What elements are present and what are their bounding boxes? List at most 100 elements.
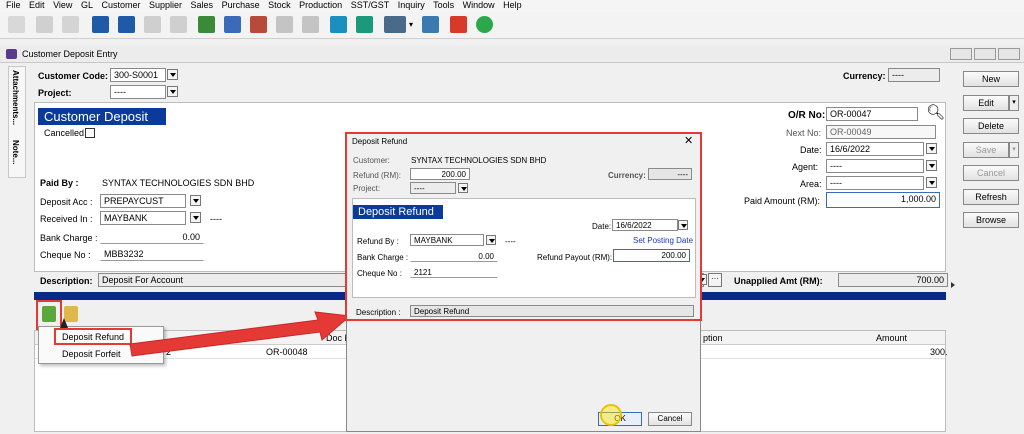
next-no-field: OR-00049 <box>826 125 936 139</box>
description-label: Description: <box>40 276 93 286</box>
preview-icon[interactable] <box>422 16 439 33</box>
set-posting-date-link[interactable]: Set Posting Date <box>633 236 693 245</box>
received-in-dropdown[interactable] <box>190 212 201 223</box>
edit-dropdown-icon[interactable]: ▾ <box>1009 95 1019 111</box>
maximize-button[interactable] <box>974 48 996 60</box>
copy-icon[interactable] <box>36 16 53 33</box>
menu-view[interactable]: View <box>53 0 72 10</box>
menu-edit[interactable]: Edit <box>29 0 45 10</box>
deposit-acc-field[interactable]: PREPAYCUST <box>100 194 186 208</box>
click-highlight-icon <box>600 404 622 426</box>
menu-file[interactable]: File <box>6 0 21 10</box>
dialog-refund-by-field[interactable]: MAYBANK <box>410 234 484 246</box>
scroll-right-icon[interactable] <box>951 282 955 288</box>
menu-purchase[interactable]: Purchase <box>222 0 260 10</box>
deposit-acc-dropdown[interactable] <box>190 195 201 206</box>
first-record-icon[interactable] <box>92 16 109 33</box>
dialog-cheque-no-field[interactable]: 2121 <box>410 266 498 278</box>
cancelled-checkbox[interactable] <box>85 128 95 138</box>
dialog-date-field[interactable]: 16/6/2022 <box>612 219 678 231</box>
last-record-icon[interactable] <box>170 16 187 33</box>
customer-code-field[interactable]: 300-S0001 <box>110 68 166 82</box>
dialog-refund-payout-field[interactable]: 200.00 <box>613 249 690 262</box>
browse-button[interactable]: Browse <box>963 212 1019 228</box>
dialog-refund-field[interactable]: 200.00 <box>410 168 470 180</box>
whatsapp-icon[interactable] <box>476 16 493 33</box>
dialog-refund-by-dropdown[interactable] <box>486 235 496 245</box>
agent-field[interactable]: ---- <box>826 159 924 173</box>
search-icon[interactable] <box>330 16 347 33</box>
print-dropdown-icon[interactable]: ▾ <box>409 20 413 29</box>
paste-icon[interactable] <box>62 16 79 33</box>
menu-stock[interactable]: Stock <box>268 0 291 10</box>
edit-button[interactable]: Edit <box>963 95 1009 111</box>
description-more-button[interactable]: ··· <box>708 273 722 287</box>
note-tab[interactable]: Note... <box>11 140 20 164</box>
menu-help[interactable]: Help <box>503 0 522 10</box>
deposit-acc-label: Deposit Acc : <box>40 197 93 207</box>
menu-inquiry[interactable]: Inquiry <box>398 0 425 10</box>
dialog-description-field[interactable]: Deposit Refund <box>410 305 694 317</box>
refresh-button[interactable]: Refresh <box>963 189 1019 205</box>
print-icon[interactable] <box>384 16 406 33</box>
area-dropdown[interactable] <box>926 177 937 188</box>
delete-button[interactable]: Delete <box>963 118 1019 134</box>
dialog-cancel-label: Cancel <box>657 414 683 423</box>
menu-gl[interactable]: GL <box>81 0 93 10</box>
refresh-icon[interactable] <box>356 16 373 33</box>
menu-supplier[interactable]: Supplier <box>149 0 182 10</box>
dialog-customer-label: Customer: <box>353 156 390 165</box>
video-icon[interactable] <box>450 16 467 33</box>
menu-deposit-forfeit[interactable]: Deposit Forfeit <box>62 349 121 359</box>
dialog-project-field[interactable]: ---- <box>410 182 456 194</box>
date-field[interactable]: 16/6/2022 <box>826 142 924 156</box>
new-button[interactable]: New <box>963 71 1019 87</box>
dialog-project-dropdown[interactable] <box>458 183 468 193</box>
menu-sst-gst[interactable]: SST/GST <box>351 0 390 10</box>
deposit-refund-highlight <box>54 328 132 345</box>
previous-record-icon[interactable] <box>118 16 135 33</box>
customer-code-dropdown[interactable] <box>167 69 178 80</box>
area-label: Area: <box>800 179 822 189</box>
cheque-no-label: Cheque No : <box>40 250 91 260</box>
menu-sales[interactable]: Sales <box>191 0 214 10</box>
window-title-bar <box>0 46 1024 63</box>
save-icon[interactable] <box>276 16 293 33</box>
project-field[interactable]: ---- <box>110 85 166 99</box>
menu-production[interactable]: Production <box>299 0 342 10</box>
next-record-icon[interactable] <box>144 16 161 33</box>
menu-customer[interactable]: Customer <box>101 0 140 10</box>
cancel-edit-icon[interactable] <box>302 16 319 33</box>
dialog-date-dropdown[interactable] <box>678 220 688 230</box>
dialog-cancel-button[interactable]: Cancel <box>648 412 692 426</box>
edit-document-icon[interactable] <box>224 16 241 33</box>
bank-charge-field[interactable]: 0.00 <box>100 230 204 244</box>
attachments-tab[interactable]: Attachments... <box>11 70 20 125</box>
dialog-close-icon[interactable]: ✕ <box>684 134 693 147</box>
cancel-button[interactable]: Cancel <box>963 165 1019 181</box>
new-document-icon[interactable] <box>198 16 215 33</box>
project-dropdown[interactable] <box>167 86 178 97</box>
or-no-field[interactable]: OR-00047 <box>826 107 918 121</box>
menu-bar: File Edit View GL Customer Supplier Sale… <box>0 0 1024 12</box>
unapplied-label: Unapplied Amt (RM): <box>734 276 823 286</box>
annotation-arrow-shape <box>129 311 352 357</box>
save-button[interactable]: Save <box>963 142 1009 158</box>
cut-icon[interactable] <box>8 16 25 33</box>
menu-tools[interactable]: Tools <box>433 0 454 10</box>
minimize-button[interactable] <box>950 48 972 60</box>
menu-window[interactable]: Window <box>463 0 495 10</box>
received-in-field[interactable]: MAYBANK <box>100 211 186 225</box>
cheque-no-field[interactable]: MBB3232 <box>100 247 204 261</box>
form-title: Customer Deposit <box>38 108 166 125</box>
area-field[interactable]: ---- <box>826 176 924 190</box>
agent-dropdown[interactable] <box>926 160 937 171</box>
dialog-bank-charge-field[interactable]: 0.00 <box>410 250 498 262</box>
search-or-icon[interactable]: 🔍︎ <box>926 103 945 121</box>
date-dropdown[interactable] <box>926 143 937 154</box>
save-dropdown-icon[interactable]: ▾ <box>1009 142 1019 158</box>
delete-document-icon[interactable] <box>250 16 267 33</box>
paid-amount-field[interactable]: 1,000.00 <box>826 192 940 208</box>
close-window-button[interactable] <box>998 48 1020 60</box>
dialog-currency-field: ---- <box>648 168 692 180</box>
